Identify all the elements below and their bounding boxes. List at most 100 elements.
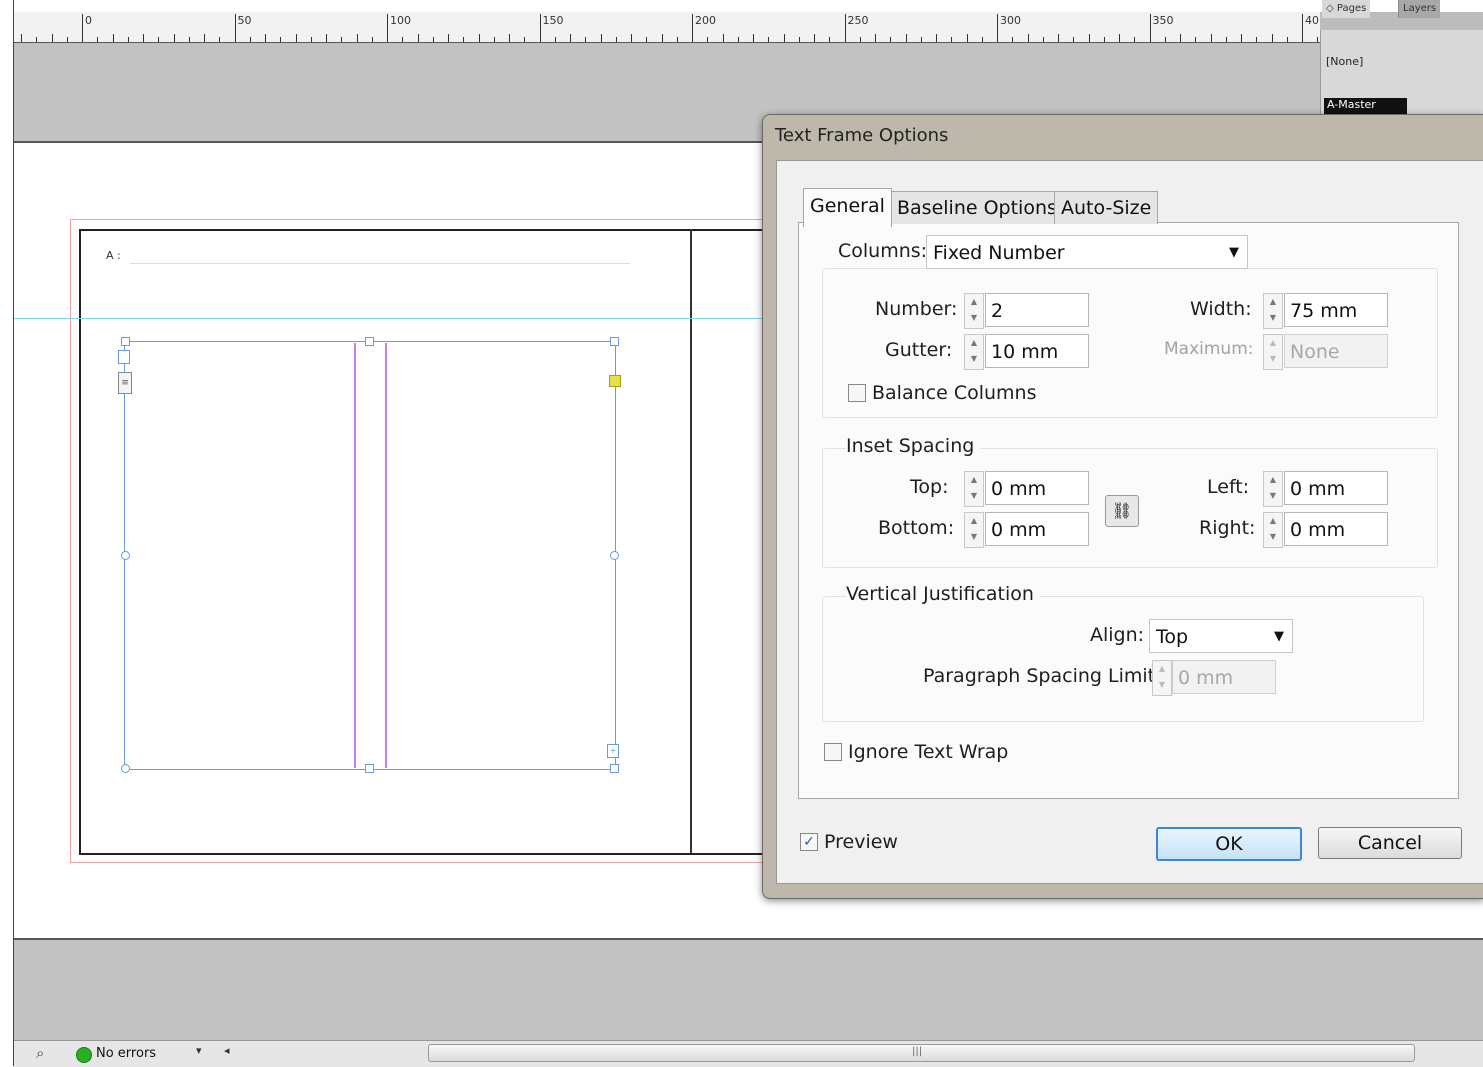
bottom-inset-stepper[interactable]: ▲ ▼ bbox=[964, 512, 984, 548]
text-out-port-icon[interactable]: + bbox=[607, 744, 619, 758]
ruler-label: 0 bbox=[85, 14, 92, 27]
width-label: Width: bbox=[1190, 298, 1252, 320]
ruler-tick bbox=[173, 34, 175, 42]
frame-handle-top-center[interactable] bbox=[365, 337, 374, 346]
bottom-inset-label: Bottom: bbox=[878, 517, 955, 539]
columns-select[interactable]: Fixed Number ▼ bbox=[926, 235, 1248, 269]
frame-handle-bottom-center[interactable] bbox=[365, 764, 374, 773]
ruler-tick bbox=[890, 37, 892, 42]
frame-handle-middle-right[interactable] bbox=[610, 551, 619, 560]
ruler-tick bbox=[1103, 37, 1105, 42]
ruler-tick bbox=[417, 34, 419, 42]
ruler-label: 250 bbox=[847, 14, 869, 27]
gutter-stepper[interactable]: ▲ ▼ bbox=[964, 334, 984, 370]
ruler-tick bbox=[1119, 34, 1120, 42]
frame-handle-top-left[interactable] bbox=[121, 337, 130, 346]
tab-general[interactable]: General bbox=[803, 188, 892, 227]
ruler-tick bbox=[600, 34, 602, 42]
ruler-tick bbox=[97, 37, 99, 42]
ruler-tick bbox=[585, 37, 587, 42]
cancel-button[interactable]: Cancel bbox=[1318, 827, 1462, 859]
ruler-tick bbox=[143, 34, 144, 42]
ruler-tick bbox=[219, 37, 221, 42]
ruler-tick bbox=[295, 34, 297, 42]
ruler-tick bbox=[570, 34, 571, 42]
horizontal-guide[interactable] bbox=[14, 318, 774, 319]
align-label: Align: bbox=[1090, 624, 1145, 646]
ruler-tick bbox=[51, 34, 53, 42]
ruler-tick bbox=[36, 37, 38, 42]
ruler-label: 50 bbox=[237, 14, 252, 27]
gutter-field[interactable]: 10 mm bbox=[985, 334, 1089, 368]
chain-link-icon[interactable]: ⛓ bbox=[1105, 495, 1139, 527]
ruler-tick bbox=[1210, 34, 1212, 42]
ruler-tick bbox=[1012, 37, 1014, 42]
ruler-tick bbox=[326, 34, 327, 42]
scroll-left-icon[interactable]: ◂ bbox=[224, 1044, 230, 1057]
ruler-tick bbox=[783, 34, 785, 42]
maximum-stepper: ▲ ▼ bbox=[1263, 334, 1283, 370]
ruler-label: 40 bbox=[1305, 14, 1319, 27]
text-frame[interactable] bbox=[124, 341, 616, 770]
width-field[interactable]: 75 mm bbox=[1284, 293, 1388, 327]
ok-button[interactable]: OK bbox=[1156, 827, 1302, 861]
chevron-down-icon[interactable]: ▾ bbox=[196, 1044, 202, 1057]
ruler-tick bbox=[356, 34, 358, 42]
ruler-tick bbox=[676, 37, 678, 42]
ruler-tick bbox=[493, 37, 495, 42]
number-stepper[interactable]: ▲ ▼ bbox=[964, 293, 984, 329]
ruler-tick bbox=[1195, 37, 1197, 42]
ruler-label: 150 bbox=[542, 14, 564, 27]
ruler-tick bbox=[829, 37, 831, 42]
number-field[interactable]: 2 bbox=[985, 293, 1089, 327]
right-inset-stepper[interactable]: ▲ ▼ bbox=[1263, 512, 1283, 548]
ruler-tick bbox=[875, 34, 876, 42]
tab-auto-size[interactable]: Auto-Size bbox=[1054, 191, 1159, 224]
bottom-inset-field[interactable]: 0 mm bbox=[985, 512, 1089, 546]
top-inset-stepper[interactable]: ▲ ▼ bbox=[964, 471, 984, 507]
preflight-icon[interactable]: ⌕ bbox=[36, 1044, 44, 1062]
left-inset-stepper[interactable]: ▲ ▼ bbox=[1263, 471, 1283, 507]
ruler-tick bbox=[1225, 37, 1227, 42]
paragraph-spacing-limit-label: Paragraph Spacing Limit: bbox=[923, 665, 1162, 687]
ruler-tick bbox=[1180, 34, 1181, 42]
none-master-item[interactable]: [None] bbox=[1326, 55, 1363, 68]
ruler-tick bbox=[402, 37, 404, 42]
frame-handle-middle-left[interactable] bbox=[121, 551, 130, 560]
ruler-tick bbox=[448, 34, 449, 42]
balance-columns-checkbox[interactable] bbox=[848, 384, 866, 402]
ruler-tick bbox=[936, 34, 937, 42]
text-in-port[interactable] bbox=[118, 350, 130, 364]
ignore-text-wrap-checkbox[interactable] bbox=[824, 743, 842, 761]
top-inset-label: Top: bbox=[910, 476, 949, 498]
tab-pages[interactable]: ◇ Pages bbox=[1322, 0, 1371, 18]
horizontal-ruler[interactable]: 0 50 100 150 200 250 300 350 40 bbox=[14, 12, 1320, 43]
frame-handle-top-right[interactable] bbox=[610, 337, 619, 346]
ruler-tick bbox=[1042, 37, 1044, 42]
content-grabber-icon[interactable] bbox=[609, 375, 621, 387]
ruler-tick bbox=[1164, 37, 1166, 42]
ruler-tick bbox=[310, 37, 312, 42]
align-select[interactable]: Top ▼ bbox=[1149, 619, 1293, 653]
ignore-text-wrap-label: Ignore Text Wrap bbox=[848, 741, 1009, 763]
frame-handle-bottom-left[interactable] bbox=[121, 764, 130, 773]
paragraph-spacing-stepper: ▲ ▼ bbox=[1152, 660, 1172, 696]
ruler-tick bbox=[249, 37, 251, 42]
preview-checkbox[interactable]: ✓ bbox=[800, 833, 818, 851]
ruler-tick bbox=[1256, 37, 1258, 42]
width-stepper[interactable]: ▲ ▼ bbox=[1263, 293, 1283, 329]
ruler-tick bbox=[951, 37, 953, 42]
ruler-tick bbox=[966, 34, 968, 42]
ruler-tick bbox=[981, 37, 983, 42]
ruler-tick bbox=[844, 14, 846, 42]
left-inset-field[interactable]: 0 mm bbox=[1284, 471, 1388, 505]
right-inset-label: Right: bbox=[1199, 517, 1256, 539]
tab-baseline-options[interactable]: Baseline Options bbox=[890, 191, 1064, 224]
header-rule bbox=[130, 263, 630, 264]
frame-handle-bottom-right[interactable] bbox=[610, 764, 619, 773]
tab-layers[interactable]: Layers bbox=[1398, 0, 1441, 18]
right-inset-field[interactable]: 0 mm bbox=[1284, 512, 1388, 546]
preflight-status: No errors bbox=[96, 1046, 157, 1061]
chevron-down-icon: ▼ bbox=[1274, 629, 1284, 644]
top-inset-field[interactable]: 0 mm bbox=[985, 471, 1089, 505]
